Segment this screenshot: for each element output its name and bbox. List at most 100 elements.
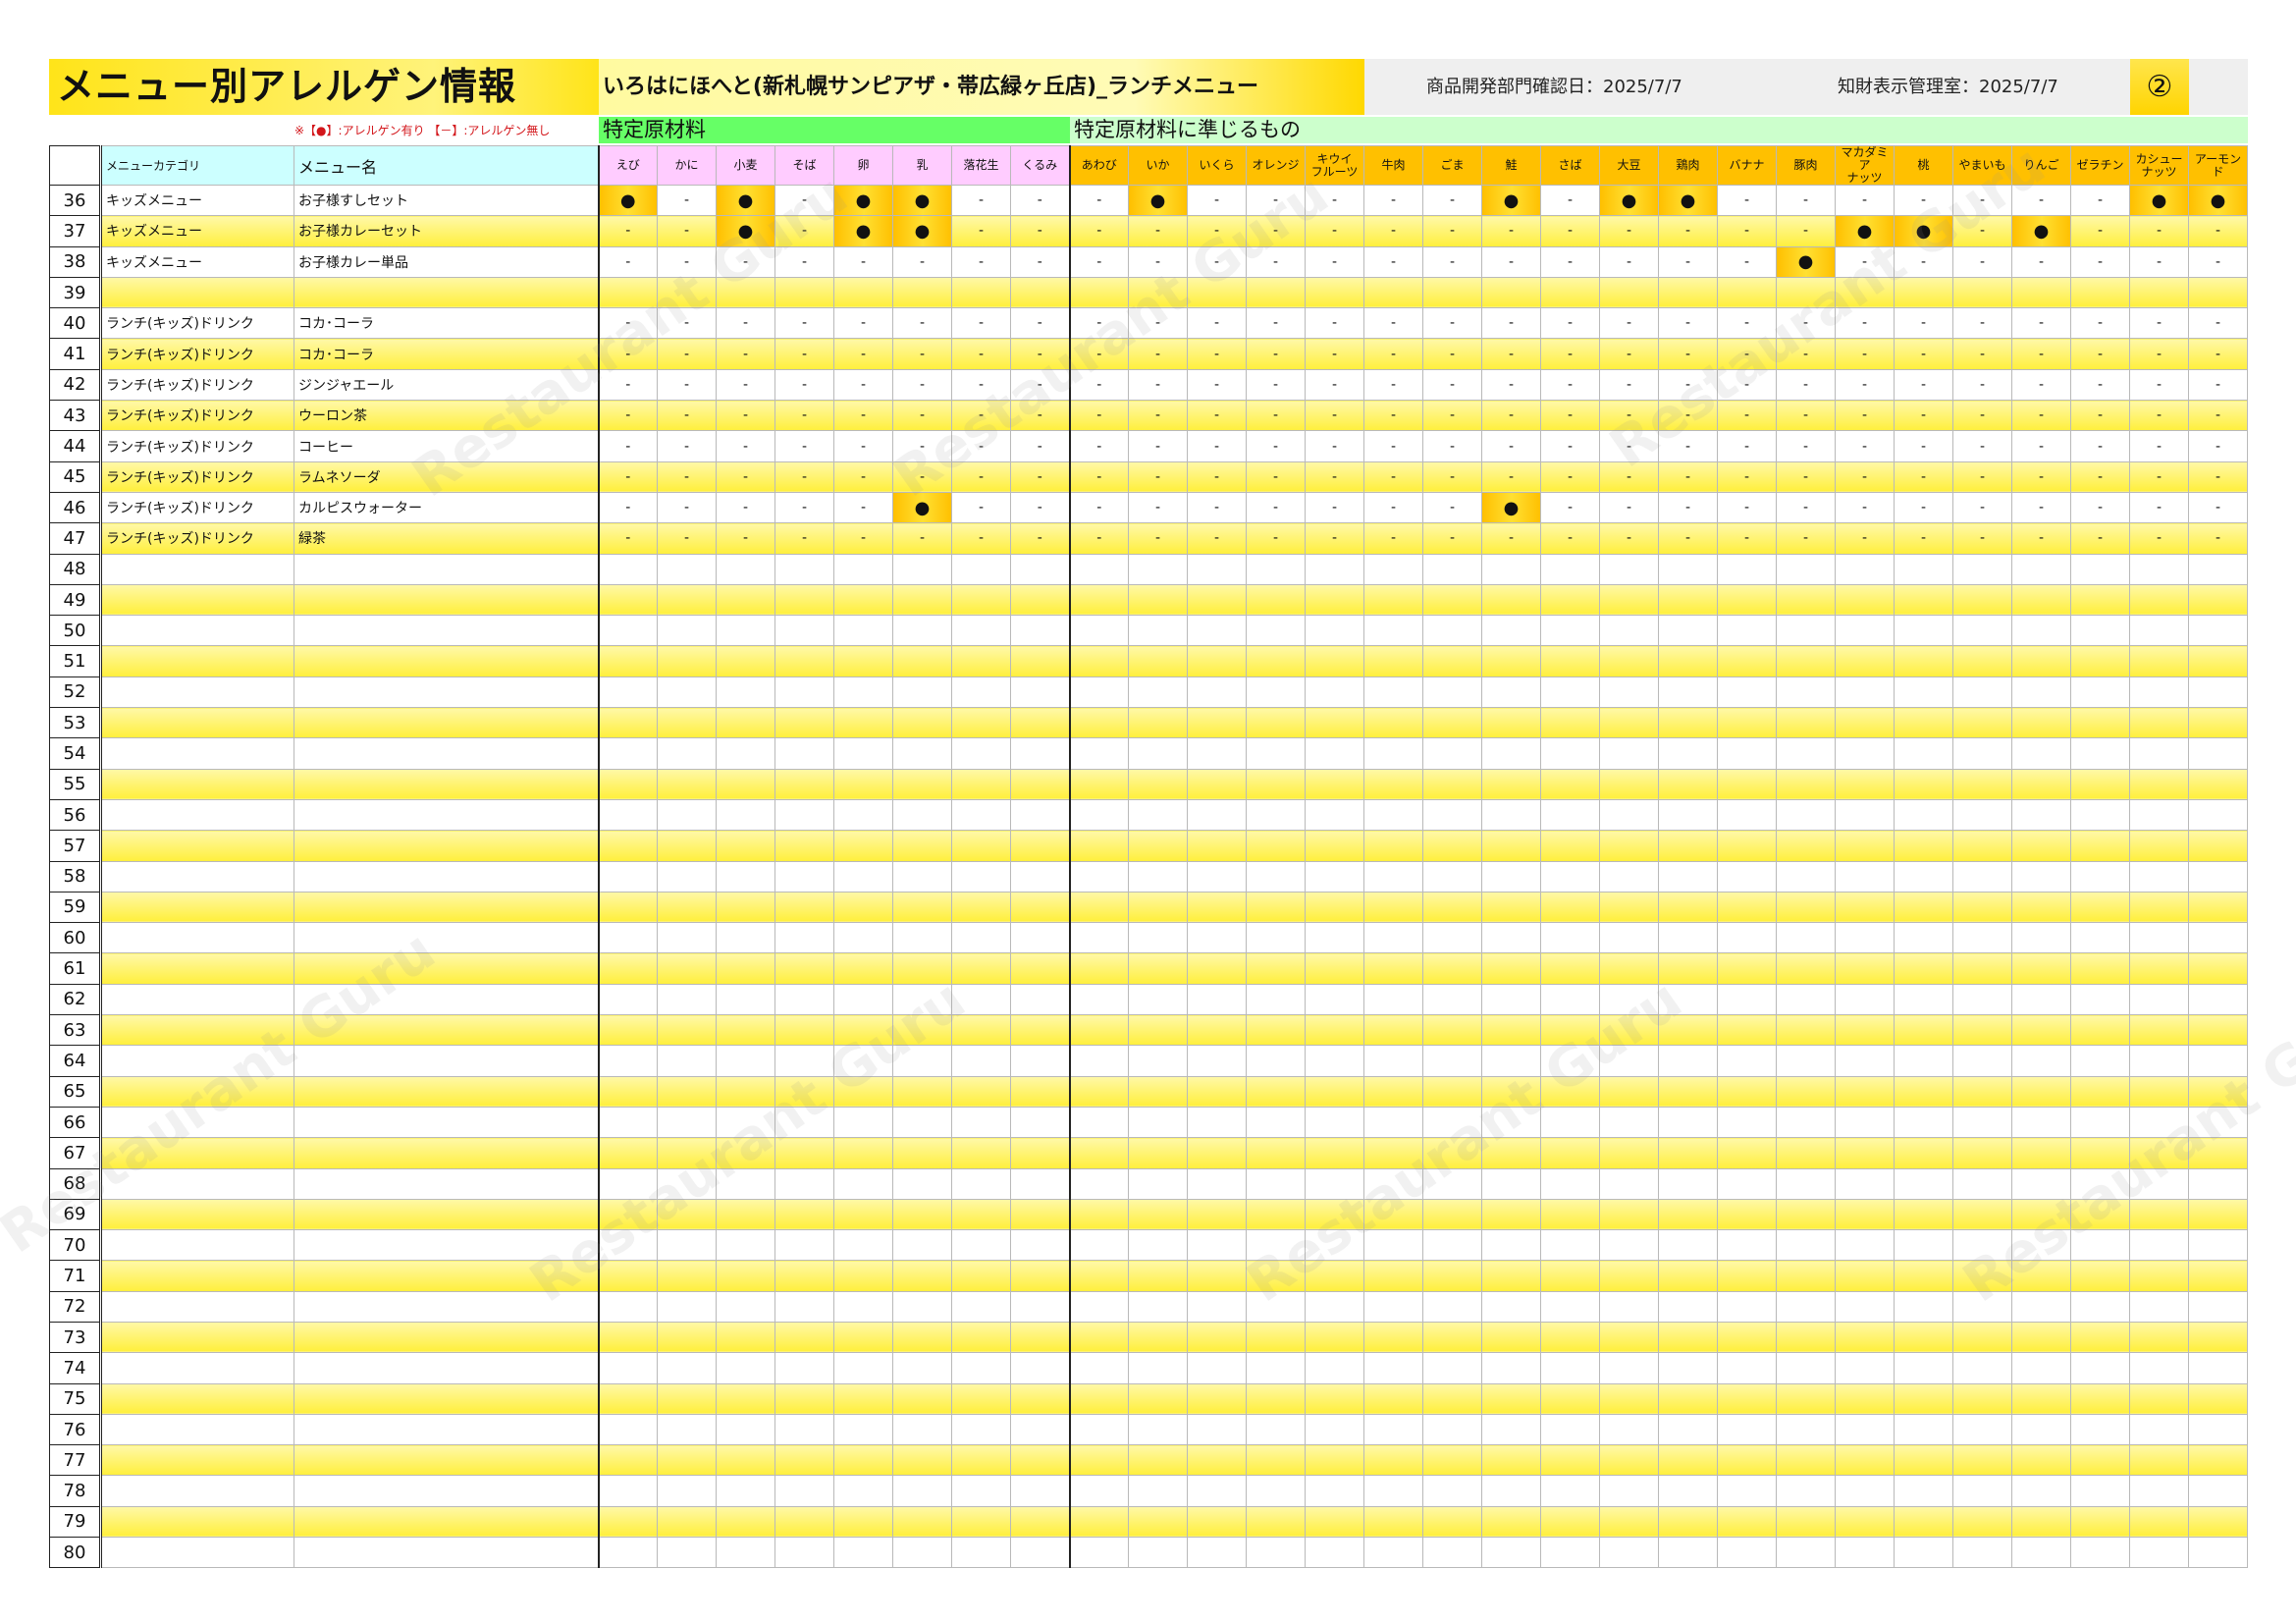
allergen-cell — [1894, 1075, 1953, 1108]
allergen-cell — [1776, 737, 1836, 770]
allergen-cell — [1540, 1382, 1600, 1415]
table-row: 46 ランチ(キッズ)ドリンク カルピスウォーター - - - - - ● - - - - - - - - - ● -… — [49, 491, 2248, 524]
allergen-cell: - — [657, 400, 717, 432]
allergen-cell — [1128, 860, 1188, 893]
allergen-cell — [2129, 1505, 2189, 1539]
allergen-cell — [2011, 276, 2071, 309]
allergen-cell — [657, 1198, 717, 1231]
allergen-cell — [1481, 1167, 1541, 1200]
menu-name — [294, 737, 600, 770]
allergen-cell — [2188, 1198, 2248, 1231]
allergen-cell: - — [1422, 491, 1482, 524]
allergen-cell: - — [1894, 522, 1953, 555]
allergen-cell: - — [1540, 522, 1600, 555]
menu-name — [294, 798, 600, 832]
allergen-cell: - — [1128, 307, 1188, 340]
allergen-cell — [951, 983, 1011, 1016]
menu-category: ランチ(キッズ)ドリンク — [99, 460, 294, 493]
allergen-cell — [892, 1444, 952, 1477]
allergen-cell — [657, 1413, 717, 1446]
allergen-cell — [598, 1475, 658, 1507]
allergen-cell — [1894, 1352, 1953, 1384]
allergen-cell — [1187, 830, 1247, 862]
allergen-cell — [1540, 1505, 1600, 1539]
allergen-cell — [598, 737, 658, 770]
allergen-cell: - — [2188, 491, 2248, 524]
allergen-cell — [1305, 1045, 1364, 1077]
allergen-cell — [774, 1475, 834, 1507]
allergen-cell — [1305, 1075, 1364, 1108]
allergen-cell — [2011, 1290, 2071, 1323]
allergen-cell: - — [1305, 338, 1364, 370]
allergen-cell: - — [1835, 460, 1895, 493]
allergen-cell — [1776, 1045, 1836, 1077]
allergen-cell — [1363, 1260, 1423, 1292]
table-row: 57 — [49, 830, 2248, 862]
allergen-cell — [774, 707, 834, 739]
allergen-cell — [1481, 1537, 1541, 1569]
allergen-cell: - — [1246, 400, 1306, 432]
allergen-cell — [892, 1537, 952, 1569]
allergen-cell — [1658, 983, 1718, 1016]
allergen-cell — [1422, 1321, 1482, 1354]
allergen-cell — [1894, 1198, 1953, 1231]
allergen-cell — [833, 922, 893, 954]
allergen-cell — [774, 1260, 834, 1292]
allergen-cell — [833, 737, 893, 770]
allergen-cell — [1717, 645, 1777, 677]
allergen-cell — [1010, 1505, 1071, 1539]
allergen-cell — [774, 1382, 834, 1415]
allergen-cell — [1010, 830, 1071, 862]
allergen-cell — [1069, 615, 1129, 647]
allergen-cell — [774, 1137, 834, 1169]
table-row: 50 — [49, 615, 2248, 647]
allergen-cell — [1128, 1260, 1188, 1292]
allergen-cell — [951, 1537, 1011, 1569]
allergen-cell — [716, 830, 775, 862]
allergen-cell — [1540, 860, 1600, 893]
allergen-cell: ● — [1128, 184, 1188, 217]
allergen-cell: - — [2188, 368, 2248, 402]
allergen-cell: - — [2011, 400, 2071, 432]
allergen-cell — [951, 676, 1011, 709]
allergen-cell — [1599, 952, 1659, 985]
table-row: 70 — [49, 1229, 2248, 1262]
allergen-cell — [1835, 1075, 1895, 1108]
allergen-cell: - — [1894, 430, 1953, 462]
allergen-cell — [598, 645, 658, 677]
allergen-cell — [2070, 1413, 2130, 1446]
allergen-cell — [1894, 1382, 1953, 1415]
allergen-cell — [1952, 1505, 2012, 1539]
table-row: 36 キッズメニュー お子様すしセット ● - ● - ● ● - - - ● - - - - - ● - ● ● - - - -… — [49, 184, 2248, 217]
allergen-cell — [1894, 1444, 1953, 1477]
allergen-cell — [657, 952, 717, 985]
allergen-cell — [1363, 1045, 1423, 1077]
allergen-cell — [716, 1321, 775, 1354]
allergen-cell — [1246, 645, 1306, 677]
allergen-cell — [892, 983, 952, 1016]
row-number: 40 — [49, 307, 101, 340]
allergen-cell — [1069, 1106, 1129, 1139]
allergen-cell: - — [1717, 460, 1777, 493]
allergen-cell — [1069, 891, 1129, 924]
allergen-cell: - — [1717, 215, 1777, 247]
allergen-cell — [1481, 1045, 1541, 1077]
allergen-cell — [598, 768, 658, 800]
allergen-cell: - — [657, 184, 717, 217]
allergen-cell — [1658, 1229, 1718, 1262]
allergen-cell: - — [1010, 430, 1071, 462]
allergen-cell — [2188, 952, 2248, 985]
allergen-cell — [1540, 615, 1600, 647]
allergen-cell — [1717, 1137, 1777, 1169]
allergen-cell — [1128, 1475, 1188, 1507]
allergen-cell — [1069, 922, 1129, 954]
allergen-cell — [1481, 1229, 1541, 1262]
allergen-cell — [892, 1014, 952, 1047]
allergen-cell — [1069, 798, 1129, 832]
allergen-cell — [1835, 1137, 1895, 1169]
row-number: 44 — [49, 430, 101, 462]
allergen-cell — [1540, 1014, 1600, 1047]
allergen-cell: - — [1599, 491, 1659, 524]
allergen-cell: - — [833, 430, 893, 462]
allergen-cell: - — [1422, 460, 1482, 493]
